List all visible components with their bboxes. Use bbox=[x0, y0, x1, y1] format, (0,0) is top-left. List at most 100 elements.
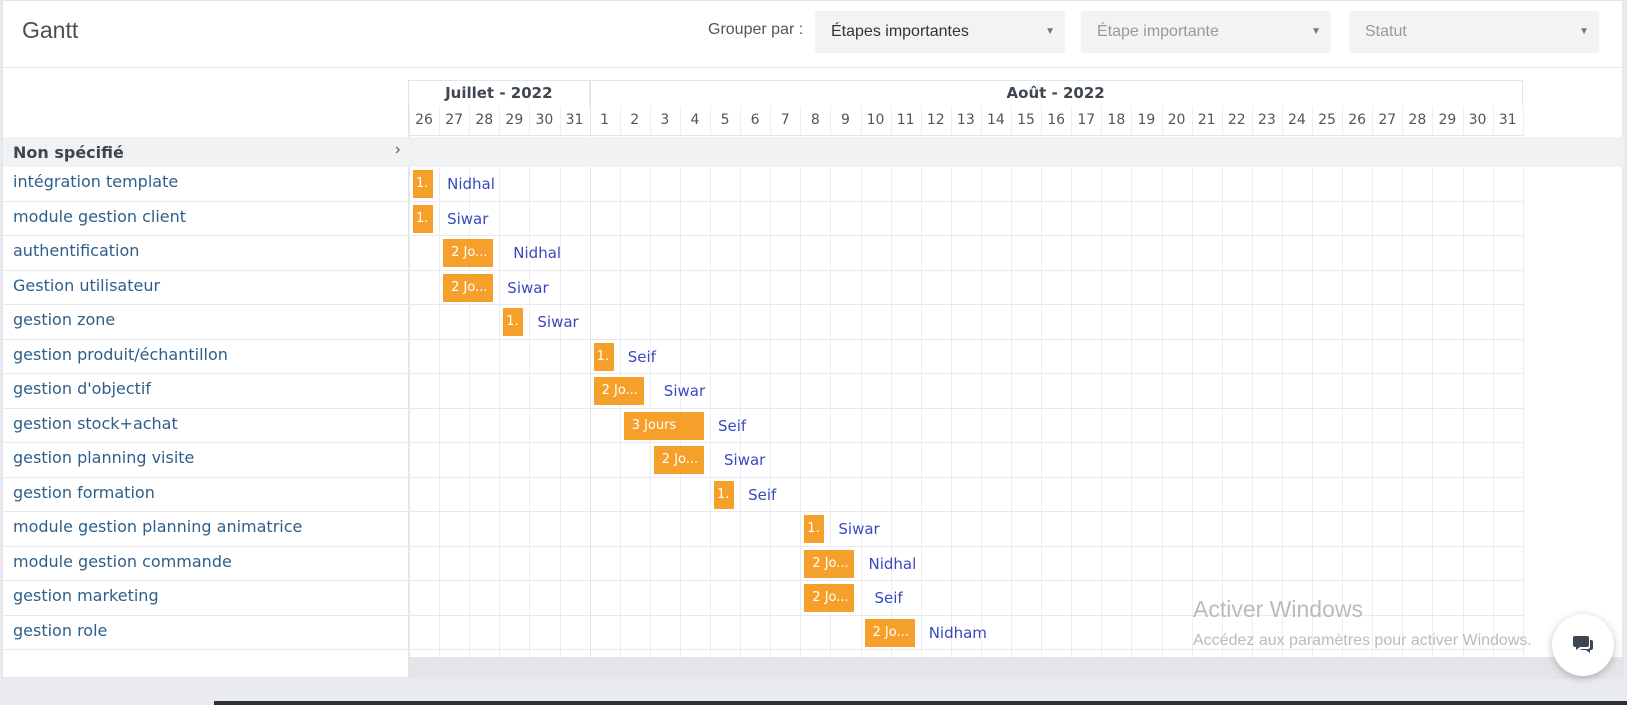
task-name[interactable]: gestion zone bbox=[13, 310, 115, 329]
task-name[interactable]: gestion planning visite bbox=[13, 448, 194, 467]
task-bar[interactable]: 2 Jo... bbox=[443, 239, 494, 267]
task-assignee: Nidhal bbox=[447, 175, 495, 193]
task-name[interactable]: gestion role bbox=[13, 621, 107, 640]
grid-column-line bbox=[1041, 106, 1043, 657]
task-bar[interactable]: 2 Jo... bbox=[593, 377, 644, 405]
task-assignee: Seif bbox=[748, 485, 777, 504]
task-bar[interactable]: 2 Jo... bbox=[653, 446, 704, 474]
day-header: 12 bbox=[926, 112, 945, 128]
day-header: 29 bbox=[505, 112, 524, 128]
grid-column-line bbox=[409, 106, 410, 657]
watermark-subtitle: Accédez aux paramètres pour activer Wind… bbox=[1193, 632, 1532, 649]
day-header: 8 bbox=[810, 112, 820, 128]
milestone-placeholder: Étape importante bbox=[1097, 23, 1219, 40]
row-divider bbox=[3, 545, 1523, 547]
grid-column-line bbox=[499, 106, 501, 657]
task-assignee: Seif bbox=[874, 589, 903, 607]
day-header: 28 bbox=[475, 112, 494, 128]
group-row[interactable]: Non spécifié › bbox=[3, 137, 409, 167]
day-header: 14 bbox=[987, 112, 1005, 128]
task-bar[interactable]: 2 Jo... bbox=[804, 549, 855, 578]
task-bar[interactable]: 2 Jo... bbox=[443, 273, 494, 302]
day-header: 6 bbox=[750, 112, 760, 128]
task-name[interactable]: module gestion commande bbox=[13, 552, 232, 571]
grid-column-line bbox=[1281, 106, 1283, 657]
grid-column-line bbox=[860, 106, 862, 657]
day-header: 3 bbox=[660, 112, 670, 128]
chevron-right-icon[interactable]: › bbox=[395, 141, 400, 159]
grid-column-line bbox=[649, 106, 651, 657]
task-name[interactable]: gestion marketing bbox=[13, 586, 159, 605]
grid-column-line bbox=[920, 106, 922, 657]
grid-column-line bbox=[1372, 106, 1374, 657]
day-header: 19 bbox=[1137, 112, 1156, 128]
day-header: 17 bbox=[1077, 112, 1096, 128]
row-divider bbox=[3, 200, 1523, 202]
grid-column-line bbox=[1251, 106, 1253, 657]
task-name[interactable]: authentification bbox=[13, 241, 139, 260]
row-divider bbox=[3, 235, 1523, 236]
day-header: 4 bbox=[690, 112, 700, 128]
day-header: 15 bbox=[1017, 112, 1035, 128]
row-divider bbox=[3, 511, 1523, 512]
day-header: 25 bbox=[1318, 112, 1336, 128]
task-assignee: Nidhal bbox=[513, 244, 562, 262]
taskbar-strip bbox=[214, 701, 1627, 705]
day-header: 26 bbox=[415, 112, 433, 128]
task-bar[interactable]: 1. bbox=[413, 170, 434, 198]
gantt-card: Gantt Grouper par : Étapes importantes ▼… bbox=[2, 0, 1624, 679]
day-header: 31 bbox=[1498, 112, 1517, 128]
day-header: 21 bbox=[1197, 112, 1216, 128]
task-name[interactable]: Gestion utilisateur bbox=[13, 276, 160, 295]
horizontal-scrollbar[interactable] bbox=[409, 657, 1624, 679]
grid-column-line bbox=[770, 106, 772, 657]
grid-column-line bbox=[559, 106, 561, 657]
task-bar[interactable]: 2 Jo... bbox=[864, 618, 915, 647]
day-header: 24 bbox=[1288, 112, 1306, 128]
row-divider bbox=[3, 476, 1523, 478]
grid-column-line bbox=[740, 106, 742, 657]
chat-button[interactable] bbox=[1552, 614, 1614, 676]
grid-column-line bbox=[1131, 106, 1133, 657]
grid-column-line bbox=[1402, 106, 1404, 657]
group-row-band bbox=[409, 137, 1624, 167]
task-name[interactable]: gestion stock+achat bbox=[13, 414, 178, 433]
grid-column-line bbox=[529, 106, 531, 657]
task-assignee: Siwar bbox=[724, 451, 766, 469]
milestone-select[interactable]: Étape importante ▼ bbox=[1081, 11, 1331, 53]
chevron-down-icon: ▼ bbox=[1579, 26, 1589, 37]
task-bar[interactable]: 1. bbox=[503, 308, 524, 336]
task-name[interactable]: gestion d'objectif bbox=[13, 379, 151, 398]
gantt-header: Gantt Grouper par : Étapes importantes ▼… bbox=[3, 1, 1622, 68]
grid-column-line bbox=[950, 106, 952, 657]
grid-column-line bbox=[1161, 106, 1163, 657]
task-name[interactable]: gestion produit/échantillon bbox=[13, 345, 228, 364]
task-name[interactable]: module gestion client bbox=[13, 207, 186, 226]
day-header: 16 bbox=[1047, 112, 1066, 128]
task-name[interactable]: gestion formation bbox=[13, 483, 155, 502]
row-divider bbox=[3, 304, 1523, 305]
task-assignee: Siwar bbox=[838, 520, 880, 538]
watermark-title: Activer Windows bbox=[1193, 596, 1363, 622]
grid-column-line bbox=[1011, 106, 1012, 657]
chat-icon bbox=[1573, 636, 1593, 653]
task-bar[interactable]: 2 Jo... bbox=[804, 584, 855, 612]
day-header: 7 bbox=[780, 112, 790, 128]
task-name[interactable]: intégration template bbox=[13, 172, 178, 191]
grid-column-line bbox=[1071, 106, 1073, 657]
group-by-select[interactable]: Étapes importantes ▼ bbox=[815, 11, 1065, 53]
task-bar[interactable]: 1. bbox=[413, 204, 434, 233]
chevron-down-icon: ▼ bbox=[1045, 26, 1055, 37]
grid-column-line bbox=[1221, 106, 1223, 657]
page-title: Gantt bbox=[22, 17, 79, 43]
task-name[interactable]: module gestion planning animatrice bbox=[13, 517, 302, 536]
task-bar[interactable]: 1. bbox=[593, 342, 614, 371]
task-bar[interactable]: 3 Jours bbox=[623, 411, 704, 440]
status-select[interactable]: Statut ▼ bbox=[1349, 11, 1599, 53]
task-bar[interactable]: 1. bbox=[714, 480, 735, 509]
task-bar[interactable]: 1. bbox=[804, 515, 825, 543]
day-header: 20 bbox=[1167, 112, 1186, 128]
group-by-value: Étapes importantes bbox=[831, 23, 969, 40]
day-header: 18 bbox=[1107, 112, 1126, 128]
task-assignee: Siwar bbox=[447, 209, 489, 228]
